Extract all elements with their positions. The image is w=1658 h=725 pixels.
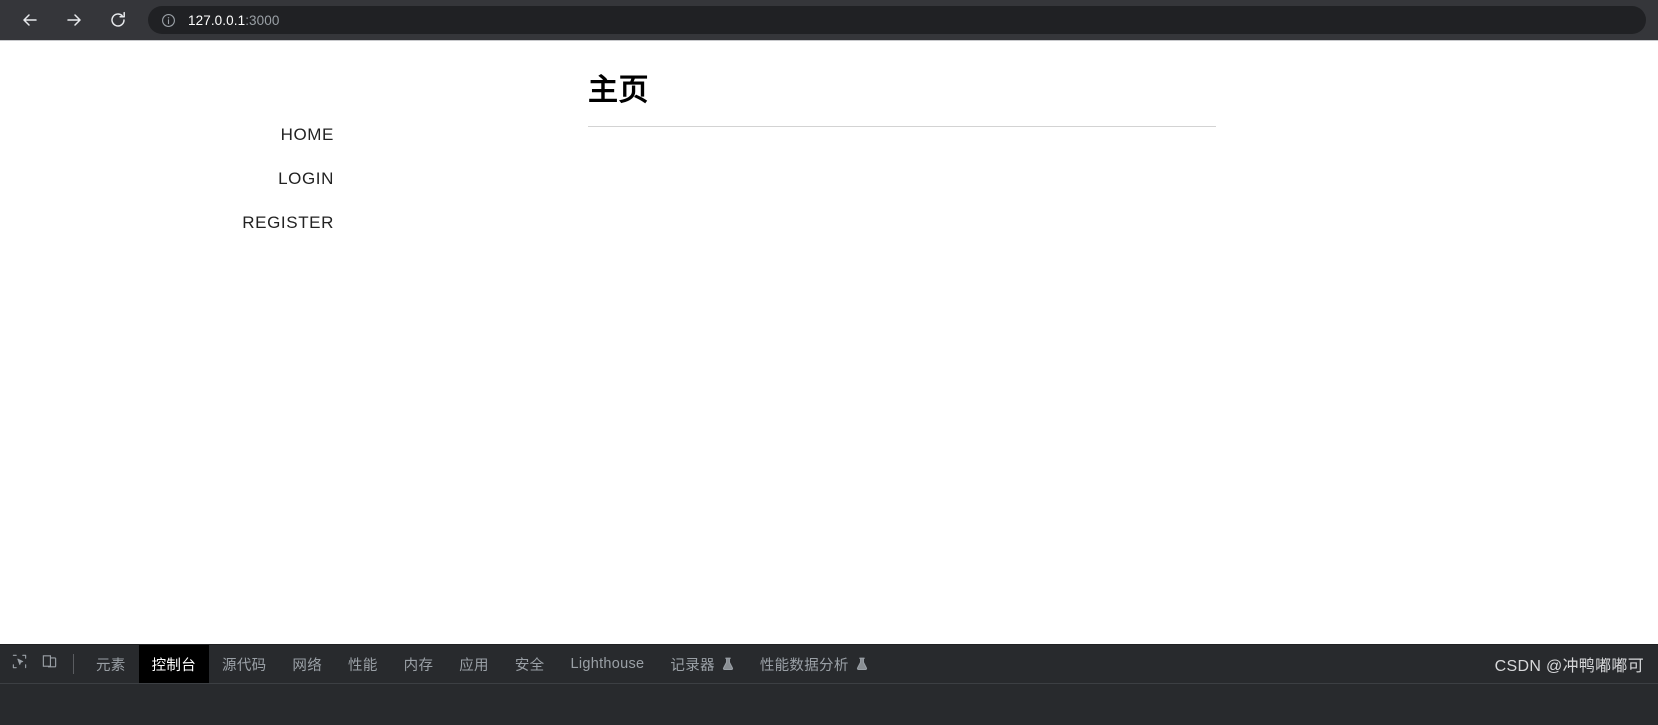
- inspect-element-button[interactable]: [4, 645, 34, 683]
- devtools-tab-sources[interactable]: 源代码: [209, 645, 279, 683]
- url-port: :3000: [245, 12, 280, 28]
- reload-icon: [108, 10, 128, 30]
- tab-label: 应用: [459, 657, 489, 674]
- page-viewport: HOME LOGIN REGISTER 主页: [0, 40, 1658, 644]
- tab-label: 内存: [403, 657, 434, 674]
- tab-label: 安全: [514, 657, 545, 674]
- devtools-tab-network[interactable]: 网络: [279, 645, 335, 683]
- devtools-tab-memory[interactable]: 内存: [391, 645, 447, 683]
- nav-link-login[interactable]: LOGIN: [0, 170, 334, 187]
- devtools-tab-bar: 元素 控制台 源代码 网络 性能 内存 应用 安全 Lighthouse 记录器: [0, 645, 1658, 683]
- tab-label: 性能: [348, 657, 378, 674]
- forward-arrow-icon: [64, 10, 84, 30]
- csdn-watermark: CSDN @冲鸭嘟嘟可: [1494, 658, 1644, 675]
- devtools-content-area: [0, 683, 1658, 725]
- tab-label: 控制台: [151, 657, 197, 674]
- url-host: 127.0.0.1: [188, 12, 246, 28]
- tab-label: 性能数据分析: [759, 657, 849, 674]
- inspect-element-icon: [11, 653, 28, 675]
- nav-link-home[interactable]: HOME: [0, 126, 334, 143]
- forward-button[interactable]: [58, 4, 90, 36]
- address-bar-text: 127.0.0.1:3000: [188, 13, 280, 28]
- devtools-tab-lighthouse[interactable]: Lighthouse: [557, 645, 657, 683]
- site-navigation: HOME LOGIN REGISTER: [0, 126, 334, 258]
- devtools-tab-performance-insights[interactable]: 性能数据分析: [747, 645, 881, 683]
- browser-toolbar: 127.0.0.1:3000: [0, 0, 1658, 40]
- devtools-tab-performance[interactable]: 性能: [335, 645, 391, 683]
- experiment-flask-icon: [856, 657, 868, 671]
- tab-label: 元素: [96, 657, 126, 674]
- experiment-flask-icon: [722, 657, 734, 671]
- reload-button[interactable]: [102, 4, 134, 36]
- devtools-tab-application[interactable]: 应用: [446, 645, 502, 683]
- device-toolbar-button[interactable]: [34, 645, 64, 683]
- back-arrow-icon: [20, 10, 40, 30]
- nav-link-register[interactable]: REGISTER: [0, 214, 334, 231]
- device-toolbar-icon: [41, 653, 58, 675]
- devtools-tab-recorder[interactable]: 记录器: [657, 645, 746, 683]
- devtools-tab-elements[interactable]: 元素: [83, 645, 139, 683]
- tab-label: 记录器: [670, 657, 715, 674]
- tab-label: 源代码: [222, 657, 267, 674]
- info-circle-icon[interactable]: [160, 12, 176, 28]
- tab-label: Lighthouse: [570, 656, 645, 672]
- toolbar-divider: [73, 654, 74, 674]
- main-content: 主页: [588, 73, 1216, 127]
- tab-label: 网络: [292, 657, 323, 674]
- address-bar[interactable]: 127.0.0.1:3000: [148, 6, 1646, 34]
- page-title: 主页: [588, 74, 649, 107]
- devtools-panel: 元素 控制台 源代码 网络 性能 内存 应用 安全 Lighthouse 记录器: [0, 644, 1658, 725]
- devtools-tab-console[interactable]: 控制台: [138, 645, 210, 683]
- devtools-tab-security[interactable]: 安全: [502, 645, 558, 683]
- back-button[interactable]: [14, 4, 46, 36]
- title-divider: [588, 126, 1216, 127]
